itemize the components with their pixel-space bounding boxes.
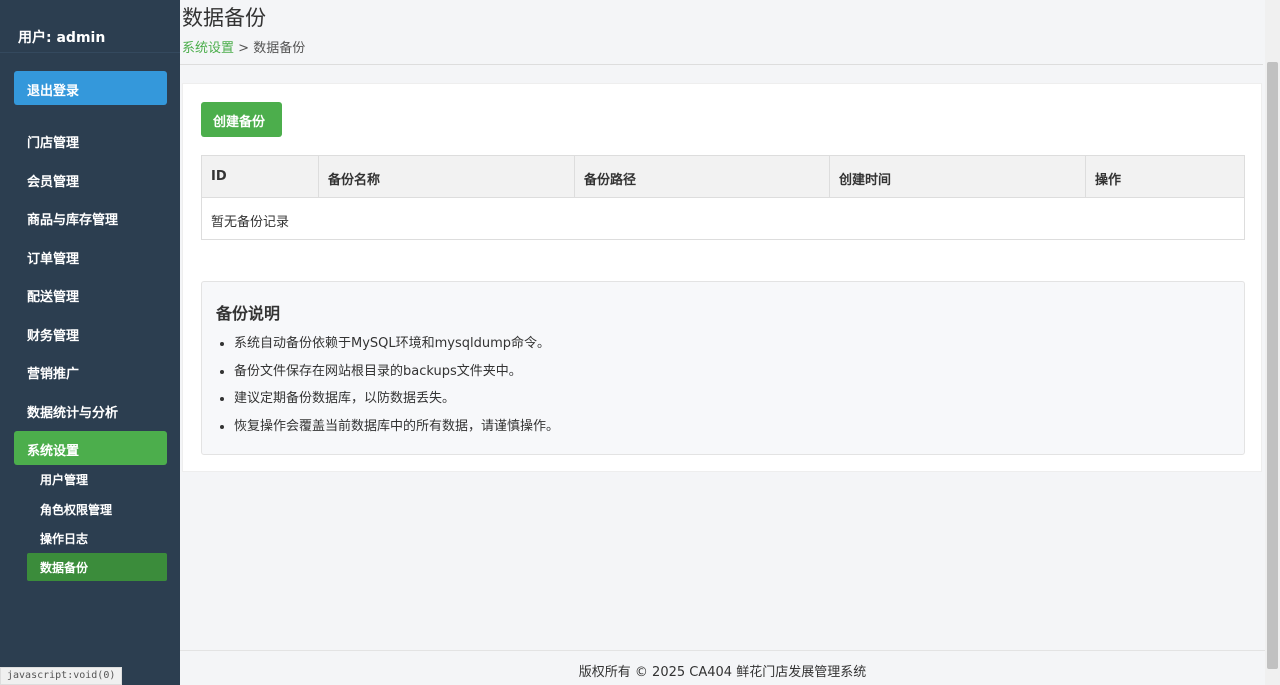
instructions-list: 系统自动备份依赖于MySQL环境和mysqldump命令。 备份文件保存在网站根… bbox=[234, 332, 559, 442]
backup-instructions: 备份说明 系统自动备份依赖于MySQL环境和mysqldump命令。 备份文件保… bbox=[201, 281, 1245, 455]
main-content: 数据备份 系统设置 > 数据备份 创建备份 ID 备份名称 备份路径 创建时间 … bbox=[180, 0, 1265, 685]
page-scrollbar[interactable] bbox=[1265, 0, 1280, 685]
column-header-backup-path: 备份路径 bbox=[575, 156, 830, 197]
instruction-item: 备份文件保存在网站根目录的backups文件夹中。 bbox=[234, 360, 559, 388]
breadcrumb: 系统设置 > 数据备份 bbox=[182, 37, 305, 56]
instructions-title: 备份说明 bbox=[216, 304, 281, 323]
menu-item-store[interactable]: 门店管理 bbox=[14, 123, 167, 157]
menu-item-finance[interactable]: 财务管理 bbox=[14, 316, 167, 350]
menu-item-system-settings[interactable]: 系统设置 bbox=[14, 431, 167, 465]
page-title: 数据备份 bbox=[182, 6, 266, 30]
submenu-item-role-permission[interactable]: 角色权限管理 bbox=[27, 495, 167, 523]
footer-copyright: 版权所有 © 2025 CA404 鲜花门店发展管理系统 bbox=[180, 650, 1265, 685]
instruction-item: 建议定期备份数据库，以防数据丢失。 bbox=[234, 387, 559, 415]
create-backup-button[interactable]: 创建备份 bbox=[201, 102, 282, 137]
menu-item-order[interactable]: 订单管理 bbox=[14, 239, 167, 273]
submenu-item-user-management[interactable]: 用户管理 bbox=[27, 465, 167, 493]
header-divider bbox=[180, 64, 1263, 65]
backup-card: 创建备份 ID 备份名称 备份路径 创建时间 操作 暂无备份记录 备份说明 系统… bbox=[182, 83, 1262, 472]
sidebar: 用户: admin 退出登录 门店管理 会员管理 商品与库存管理 订单管理 配送… bbox=[0, 0, 180, 685]
table-empty-row: 暂无备份记录 bbox=[211, 215, 290, 230]
submenu-item-operation-log[interactable]: 操作日志 bbox=[27, 524, 167, 552]
column-header-created-time: 创建时间 bbox=[830, 156, 1086, 197]
browser-status-bar: javascript:void(0) bbox=[0, 667, 123, 685]
scrollbar-thumb[interactable] bbox=[1267, 62, 1278, 669]
breadcrumb-current: 数据备份 bbox=[253, 41, 306, 56]
breadcrumb-link-system-settings[interactable]: 系统设置 bbox=[182, 41, 234, 56]
instruction-item: 恢复操作会覆盖当前数据库中的所有数据，请谨慎操作。 bbox=[234, 415, 559, 443]
submenu-item-data-backup[interactable]: 数据备份 bbox=[27, 553, 167, 581]
menu-item-marketing[interactable]: 营销推广 bbox=[14, 354, 167, 388]
breadcrumb-separator: > bbox=[234, 41, 254, 56]
column-header-backup-name: 备份名称 bbox=[319, 156, 575, 197]
logout-button[interactable]: 退出登录 bbox=[14, 71, 167, 105]
table-header: ID 备份名称 备份路径 创建时间 操作 bbox=[202, 156, 1244, 198]
instruction-item: 系统自动备份依赖于MySQL环境和mysqldump命令。 bbox=[234, 332, 559, 360]
column-header-id: ID bbox=[202, 156, 319, 197]
column-header-actions: 操作 bbox=[1095, 173, 1122, 188]
menu-item-delivery[interactable]: 配送管理 bbox=[14, 277, 167, 311]
menu-item-product-inventory[interactable]: 商品与库存管理 bbox=[14, 200, 167, 234]
menu-item-statistics[interactable]: 数据统计与分析 bbox=[14, 393, 167, 427]
backup-table: ID 备份名称 备份路径 创建时间 操作 暂无备份记录 bbox=[201, 155, 1245, 240]
current-user: 用户: admin bbox=[0, 0, 180, 53]
menu-item-member[interactable]: 会员管理 bbox=[14, 162, 167, 196]
